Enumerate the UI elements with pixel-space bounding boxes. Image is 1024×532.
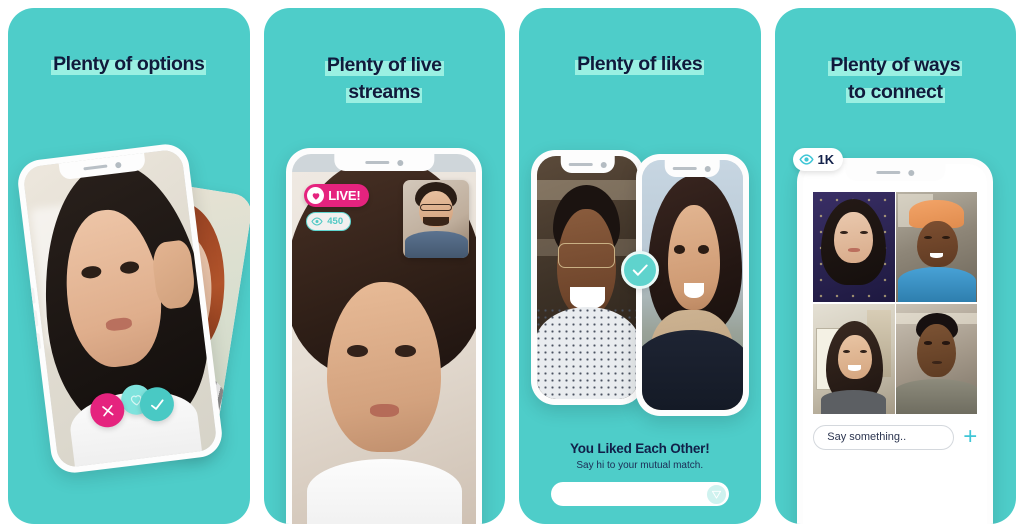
photo-match-woman	[641, 160, 743, 410]
page-title-line-1: Plenty of ways	[828, 54, 963, 76]
x-icon	[101, 404, 114, 416]
plus-icon[interactable]: +	[963, 425, 977, 449]
match-footer: You Liked Each Other! Say hi to your mut…	[519, 441, 761, 506]
panel-1-title-wrap: Plenty of options	[8, 52, 250, 77]
phone-mockup-match-right	[635, 154, 749, 416]
phone-notch	[334, 154, 434, 171]
participant-grid	[813, 192, 978, 414]
phone-notch	[560, 156, 615, 173]
phone-screen	[641, 160, 743, 410]
speaker-bar	[673, 167, 697, 170]
camera-dot	[908, 169, 915, 176]
mutual-match-badge	[620, 251, 659, 289]
check-icon	[632, 264, 648, 276]
page-title-line-2: to connect	[845, 81, 945, 103]
page-title-line-2: streams	[346, 81, 423, 103]
phone-mockup-livestream: LIVE! 450	[286, 148, 483, 524]
speaker-bar	[876, 171, 901, 174]
phone-notch	[845, 164, 945, 181]
chat-input-bar: Say something.. +	[813, 422, 977, 452]
phone-screen: Say something.. +	[803, 164, 988, 524]
photo-participant-3	[813, 303, 895, 414]
eye-icon	[311, 217, 323, 226]
match-message-input[interactable]	[550, 482, 729, 506]
heart-icon-circle	[307, 187, 325, 204]
match-heading: You Liked Each Other!	[569, 441, 710, 456]
screenshot-gallery: Plenty of options Plenty of live streams…	[0, 0, 1024, 532]
panel-4-title-wrap: Plenty of ways to connect	[775, 52, 1017, 106]
match-subtitle: Say hi to your mutual match.	[576, 460, 704, 471]
live-badge: LIVE!	[304, 184, 370, 207]
viewer-count-label: 1K	[817, 152, 835, 167]
participant-tile[interactable]	[813, 192, 895, 303]
viewer-count-badge: 1K	[792, 148, 844, 171]
phone-notch	[664, 160, 720, 177]
heart-icon	[312, 192, 320, 200]
camera-dot	[600, 161, 607, 168]
photo-participant-2	[896, 192, 978, 303]
send-button[interactable]	[705, 483, 727, 505]
camera-dot	[705, 165, 711, 172]
page-title-line-1: Plenty of live	[324, 54, 444, 76]
send-icon	[711, 490, 721, 499]
panel-plenty-of-options: Plenty of options	[8, 8, 250, 524]
camera-dot	[115, 161, 122, 168]
check-icon	[150, 398, 164, 410]
panel-2-title-wrap: Plenty of live streams	[264, 52, 506, 106]
page-title: Plenty of likes	[575, 53, 705, 75]
panel-plenty-of-live-streams: Plenty of live streams LIVE! 450	[263, 8, 506, 524]
speaker-bar	[365, 161, 390, 164]
photo-participant-1	[813, 192, 895, 303]
viewer-count-label: 450	[327, 216, 344, 227]
page-title: Plenty of options	[51, 53, 207, 75]
phone-screen	[22, 148, 218, 469]
live-badge-label: LIVE!	[328, 188, 361, 203]
photo-guest	[403, 180, 470, 258]
picture-in-picture-video[interactable]	[403, 180, 470, 258]
camera-dot	[397, 159, 404, 166]
phone-screen: LIVE! 450	[292, 154, 477, 524]
phone-mockup-group-chat: Say something.. +	[797, 158, 994, 524]
viewer-count-badge: 450	[306, 212, 352, 231]
panel-3-title-wrap: Plenty of likes	[519, 52, 761, 77]
participant-tile[interactable]	[896, 192, 978, 303]
speaker-bar	[568, 163, 593, 166]
speaker-bar	[83, 164, 108, 171]
panel-plenty-of-ways-to-connect: Plenty of ways to connect 1K Say somethi…	[774, 8, 1017, 524]
say-something-input[interactable]: Say something..	[813, 424, 955, 450]
photo-participant-4	[896, 303, 978, 414]
participant-tile[interactable]	[813, 303, 895, 414]
participant-tile[interactable]	[896, 303, 978, 414]
eye-icon	[798, 154, 814, 165]
panel-plenty-of-likes: Plenty of likes You Liked Each Other! Sa…	[519, 8, 761, 524]
